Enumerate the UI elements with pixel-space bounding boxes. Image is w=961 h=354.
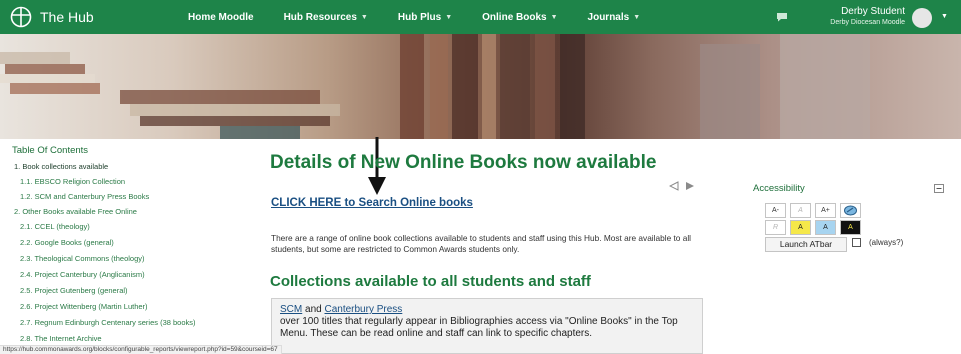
accessibility-title: Accessibility	[753, 183, 805, 194]
reset-colour-button[interactable]: R	[765, 220, 786, 235]
chevron-down-icon: ▼	[633, 13, 641, 21]
toc-item-project-gutenberg[interactable]: 2.5. Project Gutenberg (general)	[14, 286, 224, 295]
user-menu[interactable]: Derby Student Derby Diocesan Moodle	[830, 6, 905, 28]
messages-icon[interactable]	[776, 12, 788, 22]
page-navigation	[669, 181, 695, 191]
always-label: (always?)	[869, 238, 904, 247]
avatar[interactable]	[912, 8, 932, 28]
increase-font-button[interactable]: A+	[815, 203, 836, 218]
toc-item-other-books[interactable]: 2. Other Books available Free Online	[14, 207, 224, 216]
canterbury-press-link[interactable]: Canterbury Press	[324, 304, 402, 315]
always-checkbox[interactable]	[852, 238, 861, 247]
hub-logo-icon	[10, 6, 32, 28]
decrease-font-button[interactable]: A-	[765, 203, 786, 218]
chevron-down-icon[interactable]: ▼	[941, 13, 948, 20]
toc-item-regnum-edinburgh[interactable]: 2.7. Regnum Edinburgh Centenary series (…	[14, 318, 204, 327]
page-title: Details of New Online Books now availabl…	[270, 152, 657, 173]
intro-text: There are a range of online book collect…	[271, 233, 692, 254]
toc-item-theological-commons[interactable]: 2.3. Theological Commons (theology)	[14, 254, 224, 263]
toc-item-book-collections[interactable]: 1. Book collections available	[14, 162, 224, 171]
chevron-down-icon: ▼	[445, 13, 453, 21]
nav-hub-plus-label: Hub Plus	[397, 11, 442, 23]
collection-card: SCM and Canterbury Press over 100 titles…	[271, 298, 703, 354]
speech-icon	[844, 205, 857, 216]
toc-item-project-wittenberg[interactable]: 2.6. Project Wittenberg (Martin Luther)	[14, 302, 224, 311]
reset-font-button[interactable]: A	[790, 203, 811, 218]
toc-title: Table Of Contents	[12, 145, 89, 156]
nav-online-books-label: Online Books	[482, 11, 547, 23]
nav-home-moodle-label: Home Moodle	[188, 11, 254, 23]
toc-item-ccel[interactable]: 2.1. CCEL (theology)	[14, 222, 224, 231]
next-page-icon[interactable]	[685, 181, 695, 191]
nav-hub-resources[interactable]: Hub Resources ▼	[284, 12, 368, 23]
chevron-down-icon: ▼	[550, 13, 558, 21]
nav-hub-resources-label: Hub Resources	[283, 11, 357, 23]
black-scheme-button[interactable]: A	[840, 220, 861, 235]
user-name: Derby Student	[841, 6, 905, 17]
nav-online-books[interactable]: Online Books ▼	[482, 12, 557, 23]
header-banner	[0, 34, 961, 139]
site-brand[interactable]: The Hub	[10, 6, 94, 28]
collapse-block-icon[interactable]	[934, 184, 944, 193]
bookshelf-banner-image	[0, 34, 870, 139]
nav-journals[interactable]: Journals ▼	[588, 12, 641, 23]
yellow-scheme-button[interactable]: A	[790, 220, 811, 235]
nav-home-moodle[interactable]: Home Moodle	[188, 12, 254, 23]
toc-item-google-books[interactable]: 2.2. Google Books (general)	[14, 238, 224, 247]
section-heading: Collections available to all students an…	[270, 273, 591, 290]
user-site: Derby Diocesan Moodle	[830, 19, 905, 26]
chevron-down-icon: ▼	[360, 13, 368, 21]
launch-atbar-button[interactable]: Launch ATbar	[765, 237, 847, 252]
nav-journals-label: Journals	[587, 11, 630, 23]
brand-name: The Hub	[40, 9, 94, 25]
card-title-and: and	[302, 304, 325, 315]
search-online-books-link[interactable]: CLICK HERE to Search Online books	[271, 197, 473, 209]
text-to-speech-button[interactable]	[840, 203, 861, 218]
main-menu: Home Moodle Hub Resources ▼ Hub Plus ▼ O…	[188, 0, 670, 34]
nav-hub-plus[interactable]: Hub Plus ▼	[398, 12, 452, 23]
table-of-contents: 1. Book collections available 1.1. EBSCO…	[14, 162, 224, 343]
collection-card-title: SCM and Canterbury Press	[280, 304, 694, 316]
toc-item-internet-archive[interactable]: 2.8. The Internet Archive	[14, 334, 224, 343]
toc-item-ebsco[interactable]: 1.1. EBSCO Religion Collection	[14, 177, 224, 186]
blue-scheme-button[interactable]: A	[815, 220, 836, 235]
toc-item-project-canterbury[interactable]: 2.4. Project Canterbury (Anglicanism)	[14, 270, 224, 279]
scm-link[interactable]: SCM	[280, 304, 302, 315]
previous-page-icon[interactable]	[669, 181, 679, 191]
collection-card-description: over 100 titles that regularly appear in…	[280, 316, 678, 339]
top-navbar: The Hub Home Moodle Hub Resources ▼ Hub …	[0, 0, 961, 34]
toc-item-scm-canterbury[interactable]: 1.2. SCM and Canterbury Press Books	[14, 192, 224, 201]
browser-status-bar: https://hub.commonawards.org/blocks/conf…	[0, 345, 282, 354]
